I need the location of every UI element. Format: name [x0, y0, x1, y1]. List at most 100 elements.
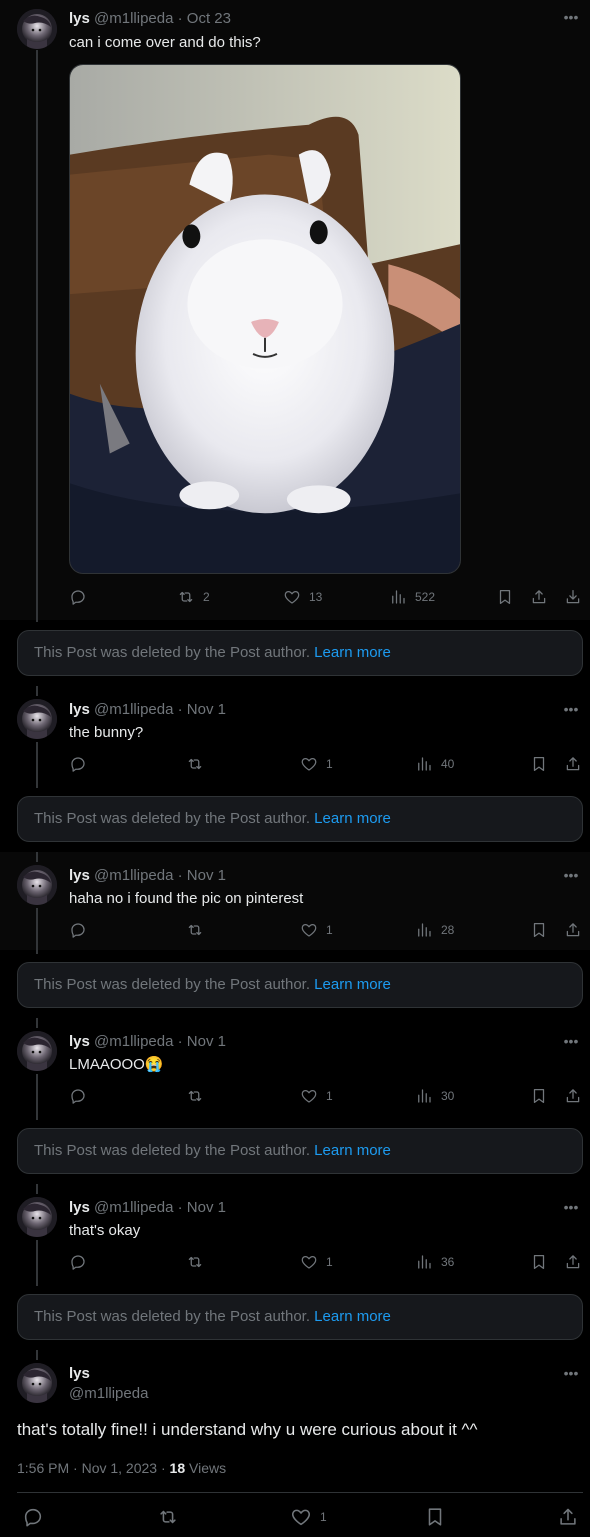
bookmark-button[interactable]	[530, 1087, 548, 1105]
like-button[interactable]: 1	[300, 1253, 333, 1271]
retweet-button[interactable]	[186, 1087, 204, 1105]
bookmark-button[interactable]	[530, 1253, 548, 1271]
retweet-button[interactable]: 2	[177, 588, 210, 606]
deleted-post-notice: This Post was deleted by the Post author…	[17, 1128, 583, 1174]
deleted-post-notice: This Post was deleted by the Post author…	[17, 1294, 583, 1340]
retweet-icon	[186, 755, 204, 773]
like-button[interactable]: 1	[300, 755, 333, 773]
heart-icon	[300, 1253, 318, 1271]
like-button[interactable]: 13	[283, 588, 322, 606]
post-date[interactable]: · Nov 1	[178, 1199, 226, 1216]
like-button[interactable]: 1	[300, 1087, 333, 1105]
views-button[interactable]: 40	[415, 755, 454, 773]
bookmark-icon	[530, 1087, 548, 1105]
post-date[interactable]: · Oct 23	[178, 10, 231, 27]
like-count: 1	[326, 1089, 333, 1103]
author-handle[interactable]: @m1llipeda	[94, 867, 173, 884]
post-date[interactable]: · Nov 1	[178, 867, 226, 884]
more-icon[interactable]: •••	[562, 1200, 580, 1218]
author-handle[interactable]: @m1llipeda	[94, 1033, 173, 1050]
learn-more-link[interactable]: Learn more	[314, 1142, 391, 1159]
avatar[interactable]	[17, 1197, 57, 1237]
learn-more-link[interactable]: Learn more	[314, 644, 391, 661]
heart-icon	[290, 1506, 312, 1528]
bookmark-icon	[530, 755, 548, 773]
heart-icon	[300, 1087, 318, 1105]
reply-button[interactable]	[69, 588, 87, 606]
share-button[interactable]	[530, 588, 548, 606]
post-date[interactable]: · Nov 1	[178, 701, 226, 718]
learn-more-link[interactable]: Learn more	[314, 810, 391, 827]
views-button[interactable]: 28	[415, 921, 454, 939]
share-icon	[564, 1253, 582, 1271]
bookmark-icon	[496, 588, 514, 606]
more-icon[interactable]: •••	[562, 868, 580, 886]
retweet-button[interactable]	[186, 921, 204, 939]
retweet-icon	[186, 1087, 204, 1105]
more-icon[interactable]: •••	[562, 1034, 580, 1052]
share-button[interactable]	[564, 1253, 582, 1271]
views-count: 28	[441, 923, 455, 937]
bookmark-button[interactable]	[496, 588, 514, 606]
reply-button[interactable]	[22, 1506, 44, 1528]
bookmark-icon	[424, 1506, 446, 1528]
thread-line	[36, 908, 38, 954]
post-header: lys @m1llipeda · Oct 23	[69, 10, 231, 28]
thread-line	[36, 1074, 38, 1120]
deleted-notice-text: This Post was deleted by the Post author…	[34, 1308, 310, 1325]
reply-button[interactable]	[69, 755, 87, 773]
avatar[interactable]	[17, 865, 57, 905]
author-name[interactable]: lys	[69, 10, 90, 27]
reply-button[interactable]	[69, 921, 87, 939]
avatar[interactable]	[17, 1031, 57, 1071]
author-handle[interactable]: @m1llipeda	[69, 1385, 148, 1402]
like-button[interactable]: 1	[300, 921, 333, 939]
reply-icon	[69, 921, 87, 939]
share-icon	[564, 1087, 582, 1105]
author-handle[interactable]: @m1llipeda	[94, 10, 173, 27]
reply-button[interactable]	[69, 1253, 87, 1271]
views-count: 522	[415, 590, 436, 604]
learn-more-link[interactable]: Learn more	[314, 976, 391, 993]
share-button[interactable]	[564, 921, 582, 939]
share-button[interactable]	[564, 1087, 582, 1105]
share-button[interactable]	[557, 1506, 579, 1528]
views-button[interactable]: 30	[415, 1087, 454, 1105]
bookmark-button[interactable]	[530, 921, 548, 939]
author-name[interactable]: lys	[69, 1033, 90, 1050]
avatar[interactable]	[17, 699, 57, 739]
heart-icon	[300, 921, 318, 939]
retweet-button[interactable]	[157, 1506, 179, 1528]
more-icon[interactable]: •••	[562, 1366, 580, 1384]
post-header: lys @m1llipeda · Nov 1	[69, 701, 226, 719]
download-button[interactable]	[564, 588, 582, 606]
retweet-icon	[186, 1253, 204, 1271]
author-name[interactable]: lys	[69, 701, 90, 718]
avatar[interactable]	[17, 1363, 57, 1403]
more-icon[interactable]: •••	[562, 702, 580, 720]
reply-button[interactable]	[69, 1087, 87, 1105]
views-button[interactable]: 36	[415, 1253, 454, 1271]
bookmark-button[interactable]	[530, 755, 548, 773]
bookmark-icon	[530, 1253, 548, 1271]
views-count: 30	[441, 1089, 455, 1103]
like-button[interactable]: 1	[290, 1506, 327, 1528]
author-handle[interactable]: @m1llipeda	[94, 1199, 173, 1216]
author-name[interactable]: lys	[69, 1365, 90, 1382]
like-count: 1	[326, 923, 333, 937]
bookmark-button[interactable]	[424, 1506, 446, 1528]
author-name[interactable]: lys	[69, 1199, 90, 1216]
more-icon[interactable]: •••	[562, 10, 580, 28]
post-timestamp[interactable]: 1:56 PM · Nov 1, 2023 ·	[17, 1460, 166, 1476]
learn-more-link[interactable]: Learn more	[314, 1308, 391, 1325]
post-image-bunny[interactable]	[69, 64, 461, 574]
author-name[interactable]: lys	[69, 867, 90, 884]
views-button[interactable]: 522	[389, 588, 435, 606]
reply-icon	[69, 1087, 87, 1105]
retweet-button[interactable]	[186, 1253, 204, 1271]
share-button[interactable]	[564, 755, 582, 773]
author-handle[interactable]: @m1llipeda	[94, 701, 173, 718]
post-date[interactable]: · Nov 1	[178, 1033, 226, 1050]
avatar[interactable]	[17, 9, 57, 49]
retweet-button[interactable]	[186, 755, 204, 773]
